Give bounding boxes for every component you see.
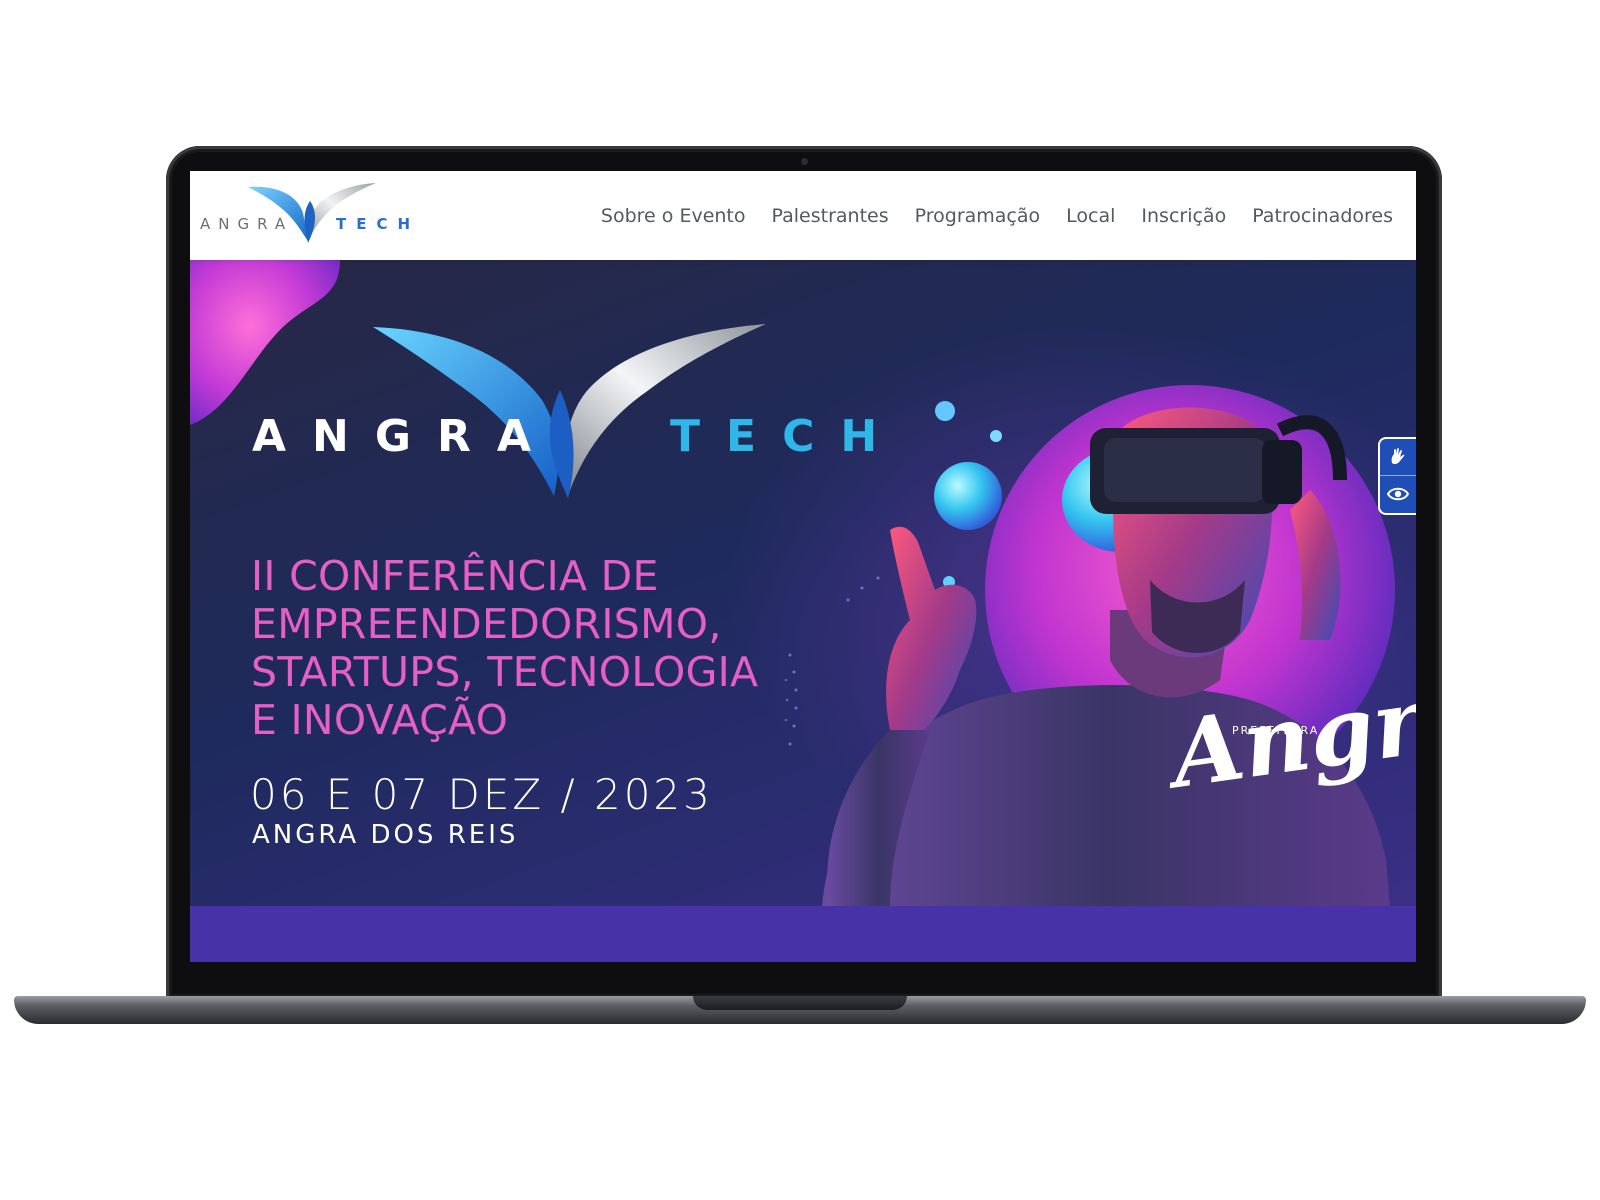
nav-link-patrocinadores[interactable]: Patrocinadores	[1239, 205, 1406, 227]
camera-icon	[801, 158, 808, 165]
nav-link-palestrantes[interactable]: Palestrantes	[759, 205, 902, 227]
headline-line: II CONFERÊNCIA DE	[251, 552, 659, 600]
nav-link-sobre[interactable]: Sobre o Evento	[588, 205, 759, 227]
nav-link-inscricao[interactable]: Inscrição	[1128, 205, 1239, 227]
hero-headline: II CONFERÊNCIA DE EMPREENDEDORISMO, STAR…	[251, 552, 758, 744]
decor-bubble	[990, 430, 1002, 442]
decor-blob-topleft	[190, 260, 340, 425]
nav-link-programacao[interactable]: Programação	[902, 205, 1054, 227]
eye-icon	[1387, 487, 1409, 501]
headline-line: EMPREENDEDORISMO,	[251, 600, 722, 648]
hero-logo-tech: TECH	[670, 411, 904, 462]
visual-accessibility-button[interactable]	[1380, 475, 1416, 512]
nav-logo-tech: TECH	[336, 215, 420, 233]
nav-logo-angra: ANGRA	[200, 215, 293, 233]
headline-line: E INOVAÇÃO	[251, 696, 509, 744]
hero-logo-angra: ANGRA	[252, 411, 557, 462]
decor-bubble-cyan	[934, 462, 1002, 530]
sign-language-button[interactable]	[1380, 439, 1416, 475]
event-city: ANGRA DOS REIS	[252, 820, 519, 850]
laptop-notch	[693, 996, 907, 1010]
decor-bubble	[935, 401, 955, 421]
sponsor-logo-prefeitura: PREFEITURA	[1232, 724, 1320, 737]
navbar: ANGRA TECH Sobre o Evento Palestrantes P…	[190, 171, 1416, 260]
decor-dots-left	[784, 678, 789, 722]
hero-logo-silver-wing	[565, 324, 766, 496]
accessibility-widget	[1378, 437, 1416, 515]
section-band	[190, 906, 1416, 962]
nav-link-local[interactable]: Local	[1053, 205, 1128, 227]
nav-menu: Sobre o Evento Palestrantes Programação …	[588, 171, 1406, 260]
headline-line: STARTUPS, TECNOLOGIA	[251, 648, 759, 696]
website-screen: ANGRA TECH Sobre o Evento Palestrantes P…	[190, 171, 1416, 962]
event-date: 06 E 07 DEZ / 2023	[250, 770, 713, 819]
hero-banner: ANGRA TECH II CONFERÊNCIA DE EMPREENDEDO…	[190, 260, 1416, 906]
sign-language-icon	[1391, 448, 1405, 465]
decor-dots	[788, 576, 880, 746]
nav-logo[interactable]: ANGRA TECH	[200, 179, 430, 251]
